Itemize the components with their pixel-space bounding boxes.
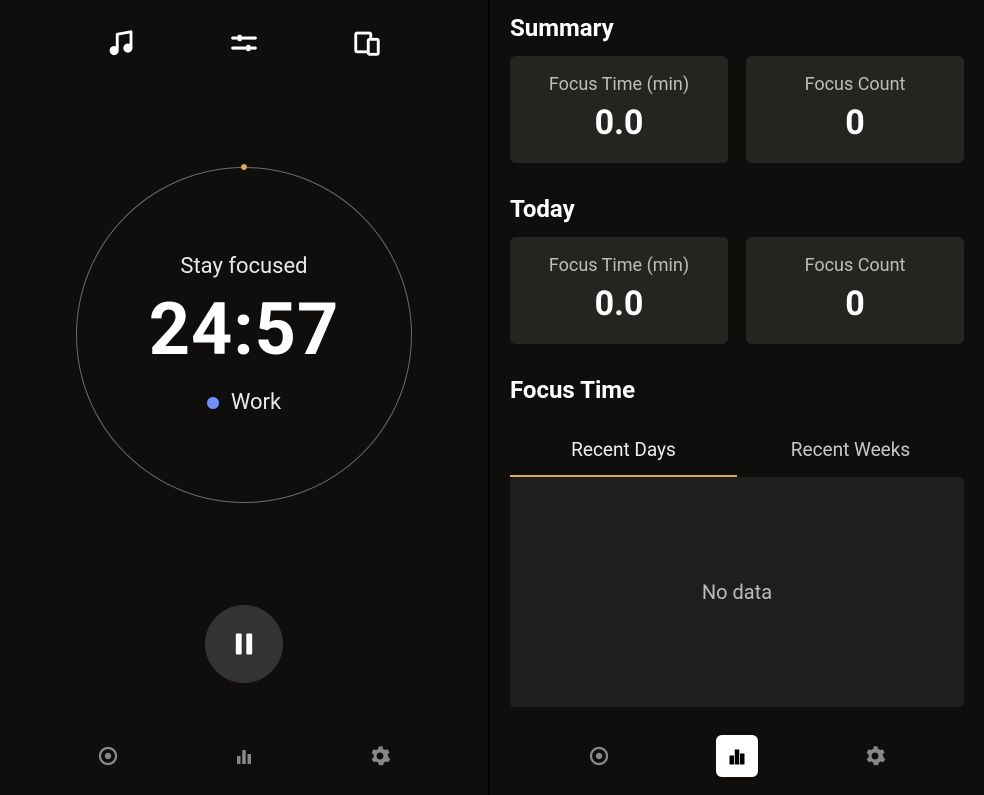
summary-focus-count-card: Focus Count 0 <box>746 56 964 163</box>
nav-settings-button[interactable] <box>359 735 401 777</box>
tab-recent-days[interactable]: Recent Days <box>510 426 737 477</box>
tab-recent-weeks[interactable]: Recent Weeks <box>737 426 964 477</box>
summary-title: Summary <box>510 14 964 42</box>
timer-progress-tick <box>241 164 247 170</box>
devices-icon <box>352 28 382 58</box>
today-cards: Focus Time (min) 0.0 Focus Count 0 <box>510 237 964 344</box>
bottom-nav-right <box>510 723 964 795</box>
chart-icon <box>232 744 256 768</box>
sliders-button[interactable] <box>223 22 265 64</box>
card-label: Focus Count <box>756 255 954 276</box>
no-data-label: No data <box>702 580 772 604</box>
timer-time: 24:57 <box>149 287 340 372</box>
top-toolbar <box>0 0 488 64</box>
pause-icon <box>230 629 258 659</box>
today-focus-count-card: Focus Count 0 <box>746 237 964 344</box>
timer-area: Stay focused 24:57 Work <box>0 64 488 605</box>
card-label: Focus Time (min) <box>520 255 718 276</box>
tag-dot-icon <box>207 397 219 409</box>
card-label: Focus Count <box>756 74 954 95</box>
stay-focused-label: Stay focused <box>180 254 307 279</box>
card-label: Focus Time (min) <box>520 74 718 95</box>
nav-settings-button[interactable] <box>854 735 896 777</box>
pause-area <box>0 605 488 723</box>
card-value: 0.0 <box>520 103 718 143</box>
nav-timer-button[interactable] <box>578 735 620 777</box>
nav-timer-button[interactable] <box>87 735 129 777</box>
nav-stats-button[interactable] <box>716 735 758 777</box>
gear-icon <box>863 744 887 768</box>
record-icon <box>96 744 120 768</box>
chart-icon <box>725 744 749 768</box>
pause-button[interactable] <box>205 605 283 683</box>
focus-time-title: Focus Time <box>510 376 964 404</box>
focus-time-tabs: Recent Days Recent Weeks <box>510 426 964 477</box>
card-value: 0.0 <box>520 284 718 324</box>
focus-time-chart-area: No data <box>510 477 964 707</box>
music-icon <box>106 28 136 58</box>
today-focus-time-card: Focus Time (min) 0.0 <box>510 237 728 344</box>
gear-icon <box>368 744 392 768</box>
devices-button[interactable] <box>346 22 388 64</box>
record-icon <box>587 744 611 768</box>
timer-panel: Stay focused 24:57 Work <box>0 0 490 795</box>
card-value: 0 <box>756 284 954 324</box>
timer-tag[interactable]: Work <box>207 390 281 415</box>
nav-stats-button[interactable] <box>223 735 265 777</box>
summary-cards: Focus Time (min) 0.0 Focus Count 0 <box>510 56 964 163</box>
music-button[interactable] <box>100 22 142 64</box>
card-value: 0 <box>756 103 954 143</box>
timer-circle: Stay focused 24:57 Work <box>76 167 412 503</box>
summary-focus-time-card: Focus Time (min) 0.0 <box>510 56 728 163</box>
bottom-nav-left <box>0 723 488 795</box>
sliders-icon <box>229 28 259 58</box>
stats-panel: Summary Focus Time (min) 0.0 Focus Count… <box>490 0 984 795</box>
today-title: Today <box>510 195 964 223</box>
tag-label: Work <box>231 390 281 415</box>
